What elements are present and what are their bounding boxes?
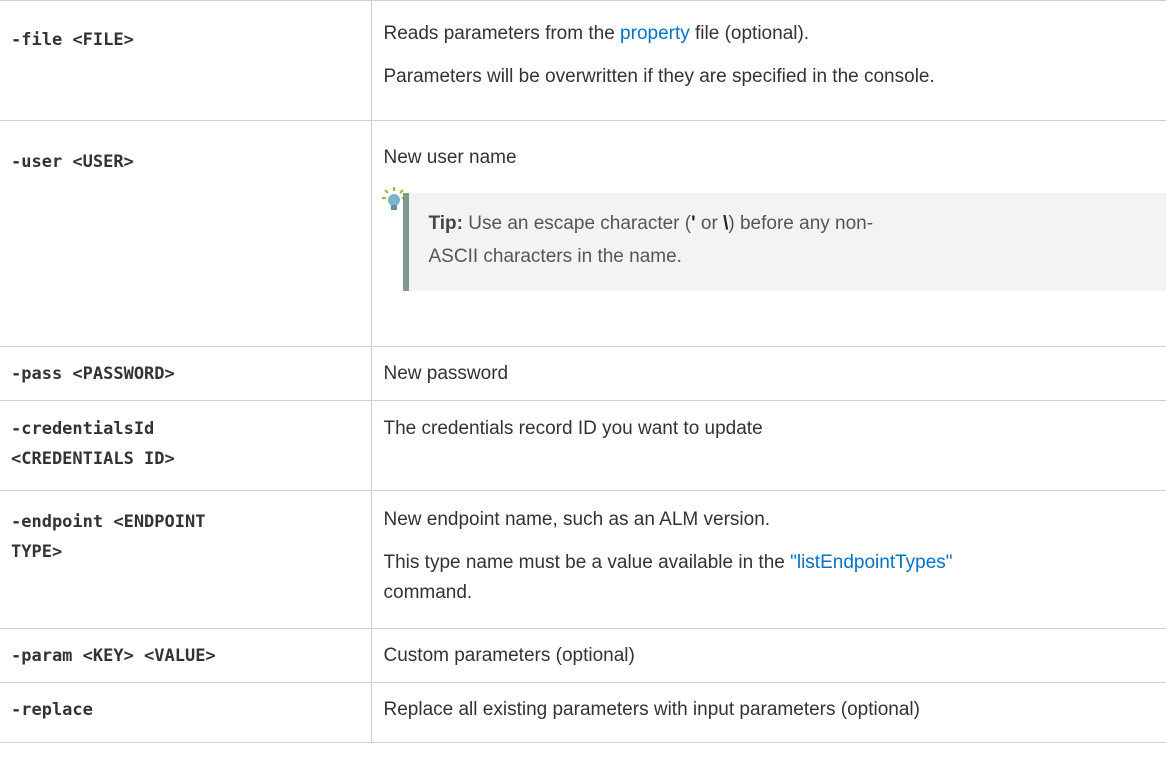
description-text: The credentials record ID you want to up… <box>383 418 763 439</box>
description-text: New password <box>383 363 509 384</box>
param-name: -file <FILE> <box>11 30 134 50</box>
param-name: -endpoint <ENDPOINT TYPE> <box>0 491 371 581</box>
tip-callout: Tip: Use an escape character (' or \) be… <box>381 187 1166 291</box>
param-cell: -user <USER> <box>0 120 372 347</box>
list-endpoint-types-link[interactable]: "listEndpointTypes" <box>790 552 952 573</box>
param-name: -pass <PASSWORD> <box>11 364 175 384</box>
param-name-line1: -endpoint <ENDPOINT <box>11 512 206 532</box>
description-text: Reads parameters from the property file … <box>384 19 1155 49</box>
param-name: -credentialsId <CREDENTIALS ID> <box>0 401 371 484</box>
description-cell: New password <box>370 346 1166 401</box>
description-cell: The credentials record ID you want to up… <box>370 400 1166 491</box>
description-text-2: Parameters will be overwritten if they a… <box>383 66 935 87</box>
description-text-part: Reads parameters from the <box>383 23 621 44</box>
table-row: -credentialsId <CREDENTIALS ID> The cred… <box>0 400 1166 491</box>
table-row: -param <KEY> <VALUE> Custom parameters (… <box>0 628 1166 683</box>
table-row: -endpoint <ENDPOINT TYPE> New endpoint n… <box>0 490 1166 629</box>
description-cell: New user name Tip: Use an escape charact… <box>370 120 1166 347</box>
param-name: -param <KEY> <VALUE> <box>11 646 216 666</box>
description-text-2: This type name must be a value available… <box>384 548 1155 608</box>
param-cell: -pass <PASSWORD> <box>0 346 372 401</box>
tip-box: Tip: Use an escape character (' or \) be… <box>402 193 1166 291</box>
table-row: -file <FILE> Reads parameters from the p… <box>0 0 1166 121</box>
parameters-table: -file <FILE> Reads parameters from the p… <box>0 0 1166 743</box>
param-cell: -file <FILE> <box>0 0 372 121</box>
description-text: Replace all existing parameters with inp… <box>383 699 920 720</box>
param-name-line1: -credentialsId <box>11 419 155 439</box>
param-name: -user <USER> <box>11 152 134 172</box>
description-text-part: This type name must be a value available… <box>383 552 791 573</box>
param-cell: -endpoint <ENDPOINT TYPE> <box>0 490 372 629</box>
description-text: New user name <box>383 147 517 168</box>
tip-text: or <box>695 213 724 234</box>
description-cell: Reads parameters from the property file … <box>370 0 1166 121</box>
tip-text-line2: ASCII characters in the name. <box>428 246 682 267</box>
param-name: -replace <box>11 700 93 720</box>
param-cell: -param <KEY> <VALUE> <box>0 628 372 683</box>
property-link[interactable]: property <box>620 23 690 44</box>
tip-text: Use an escape character ( <box>462 213 692 234</box>
table-row: -user <USER> New user name Tip: Use an e… <box>0 120 1166 347</box>
table-row: -replace Replace all existing parameters… <box>0 682 1166 743</box>
description-text-part: command. <box>383 582 473 603</box>
description-cell: Replace all existing parameters with inp… <box>370 682 1166 743</box>
description-text-part: file (optional). <box>689 23 810 44</box>
param-cell: -credentialsId <CREDENTIALS ID> <box>0 400 372 491</box>
description-cell: Custom parameters (optional) <box>370 628 1166 683</box>
tip-label: Tip: <box>428 213 463 234</box>
description-text: New endpoint name, such as an ALM versio… <box>383 509 771 530</box>
description-text: Custom parameters (optional) <box>383 645 635 666</box>
param-name-line2: <CREDENTIALS ID> <box>11 449 175 469</box>
param-name-line2: TYPE> <box>11 542 63 562</box>
table-row: -pass <PASSWORD> New password <box>0 346 1166 401</box>
tip-text: ) before any non- <box>728 213 874 234</box>
param-cell: -replace <box>0 682 372 743</box>
description-cell: New endpoint name, such as an ALM versio… <box>370 490 1166 629</box>
